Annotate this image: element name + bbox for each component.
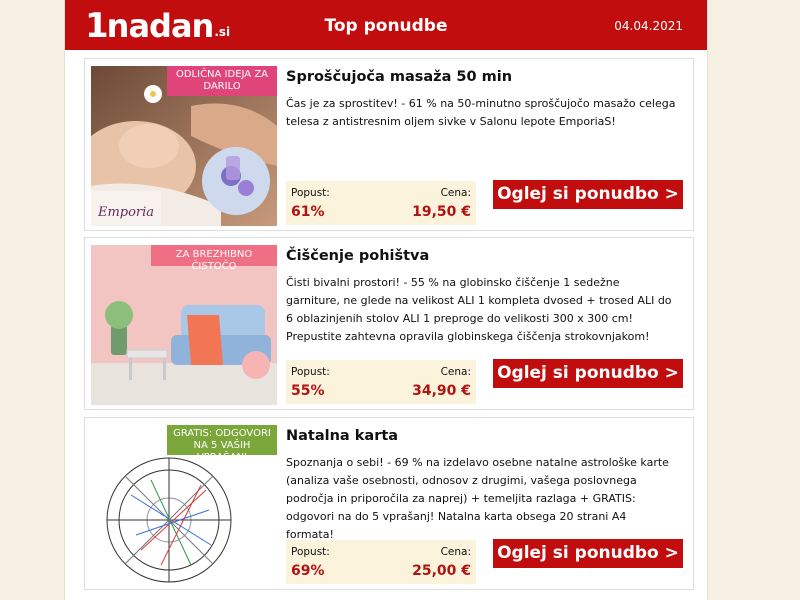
- discount-value: 69%: [291, 563, 325, 579]
- offer-title[interactable]: Čiščenje pohištva: [286, 248, 429, 264]
- discount-label: Popust:: [291, 187, 330, 199]
- offer-card-furniture: ZA BREZHIBNO ČISTOČO Čiščenje pohištva Č…: [84, 237, 694, 410]
- offer-badge: ZA BREZHIBNO ČISTOČO: [151, 245, 277, 272]
- offer-card-massage: Emporia ODLIČNA IDEJA ZA DARILO Sproščuj…: [84, 58, 694, 231]
- price-label: Cena:: [440, 546, 471, 558]
- offer-description: Čisti bivalni prostori! - 55 % na globin…: [286, 276, 672, 343]
- view-offer-button[interactable]: Oglej si ponudbo >: [493, 359, 683, 388]
- sofa-illustration: [91, 245, 277, 405]
- offer-badge: ODLIČNA IDEJA ZA DARILO: [167, 66, 277, 96]
- price-box: Popust: Cena: 61% 19,50 €: [286, 181, 476, 225]
- offer-badge: GRATIS: ODGOVORI NA 5 VAŠIH VPRAŠANJ: [167, 425, 277, 463]
- offer-card-natal-chart: GRATIS: ODGOVORI NA 5 VAŠIH VPRAŠANJ Nat…: [84, 417, 694, 590]
- offer-description: Čas je za sprostitev! - 61 % na 50-minut…: [286, 97, 676, 128]
- price-value: 19,50 €: [412, 204, 471, 220]
- offer-image-furniture[interactable]: ZA BREZHIBNO ČISTOČO: [91, 245, 277, 405]
- price-value: 34,90 €: [412, 383, 471, 399]
- header-bar: 1 nadan .si Top ponudbe 04.04.2021: [65, 0, 707, 50]
- price-label: Cena:: [440, 187, 471, 199]
- discount-label: Popust:: [291, 366, 330, 378]
- offer-image-massage[interactable]: Emporia ODLIČNA IDEJA ZA DARILO: [91, 66, 277, 226]
- offer-title[interactable]: Natalna karta: [286, 428, 398, 444]
- offer-title[interactable]: Sproščujoča masaža 50 min: [286, 69, 512, 85]
- price-label: Cena:: [440, 366, 471, 378]
- svg-text:Emporia: Emporia: [97, 205, 154, 220]
- price-box: Popust: Cena: 69% 25,00 €: [286, 540, 476, 584]
- price-value: 25,00 €: [412, 563, 471, 579]
- discount-value: 55%: [291, 383, 325, 399]
- view-offer-button[interactable]: Oglej si ponudbo >: [493, 180, 683, 209]
- discount-label: Popust:: [291, 546, 330, 558]
- view-offer-button[interactable]: Oglej si ponudbo >: [493, 539, 683, 568]
- discount-value: 61%: [291, 204, 325, 220]
- header-date: 04.04.2021: [614, 19, 683, 33]
- price-box: Popust: Cena: 55% 34,90 €: [286, 360, 476, 404]
- offer-image-natal-chart[interactable]: GRATIS: ODGOVORI NA 5 VAŠIH VPRAŠANJ: [91, 425, 277, 585]
- header-title: Top ponudbe: [324, 16, 448, 36]
- offer-description: Spoznanja o sebi! - 69 % na izdelavo ose…: [286, 456, 669, 541]
